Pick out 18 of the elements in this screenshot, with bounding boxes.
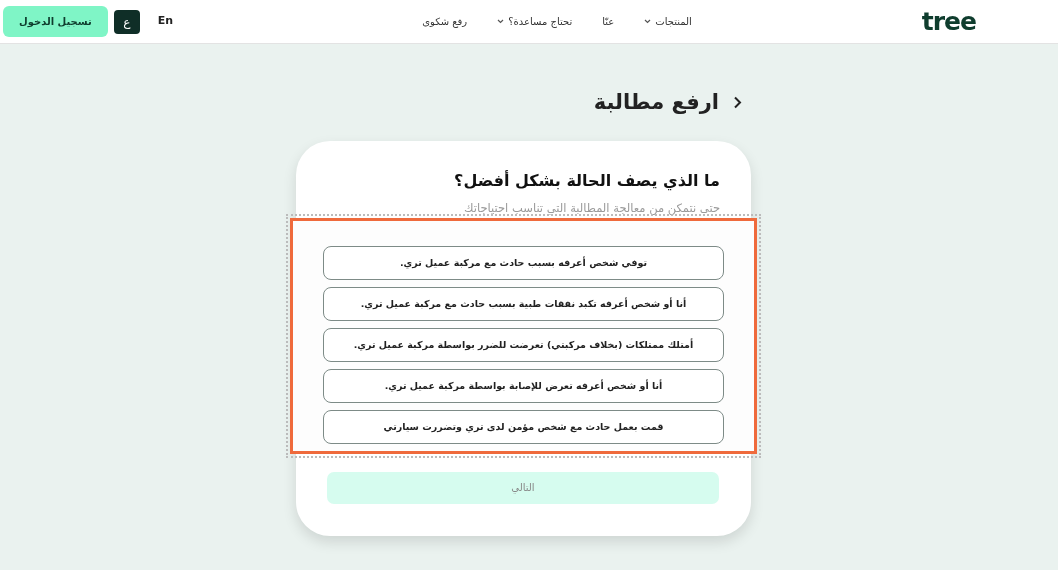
option-button[interactable]: قمت بعمل حادث مع شخص مؤمن لدى تري وتضررت سيارتي xyxy=(323,409,724,444)
option-button[interactable]: أنا أو شخص أعرفه تعرض للإصابة بواسطة مركبة عميل تري. xyxy=(323,368,724,403)
option-button[interactable]: أنا أو شخص أعرفه تكبد نفقات طبية بسبب حادث مع مركبة عميل تري. xyxy=(323,286,724,321)
nav-link[interactable]: تحتاج مساعدة؟ xyxy=(497,14,573,29)
language-link[interactable]: En xyxy=(145,13,180,30)
language-button[interactable]: ع xyxy=(113,9,140,34)
nav-link[interactable]: المنتجات xyxy=(644,14,692,29)
page-title: ارفع مطالبة xyxy=(593,90,719,116)
option-button[interactable]: أمتلك ممتلكات (بخلاف مركبتي) تعرضت للضرر بواسطة مركبة عميل تري. xyxy=(323,327,724,362)
option-button[interactable]: توفي شخص أعرفه بسبب حادث مع مركبة عميل تري. xyxy=(323,245,724,280)
nav-link[interactable]: رفع شكوى xyxy=(422,14,468,29)
caret-icon xyxy=(497,19,505,24)
nav-link[interactable]: عنّا xyxy=(602,14,615,29)
logo[interactable]: tree xyxy=(921,9,976,34)
caret-icon xyxy=(644,19,652,24)
question-heading: ما الذي يصف الحالة بشكل أفضل؟ xyxy=(453,171,720,191)
back-icon[interactable] xyxy=(733,96,742,110)
login-button[interactable]: تسجيل الدخول xyxy=(3,6,108,37)
